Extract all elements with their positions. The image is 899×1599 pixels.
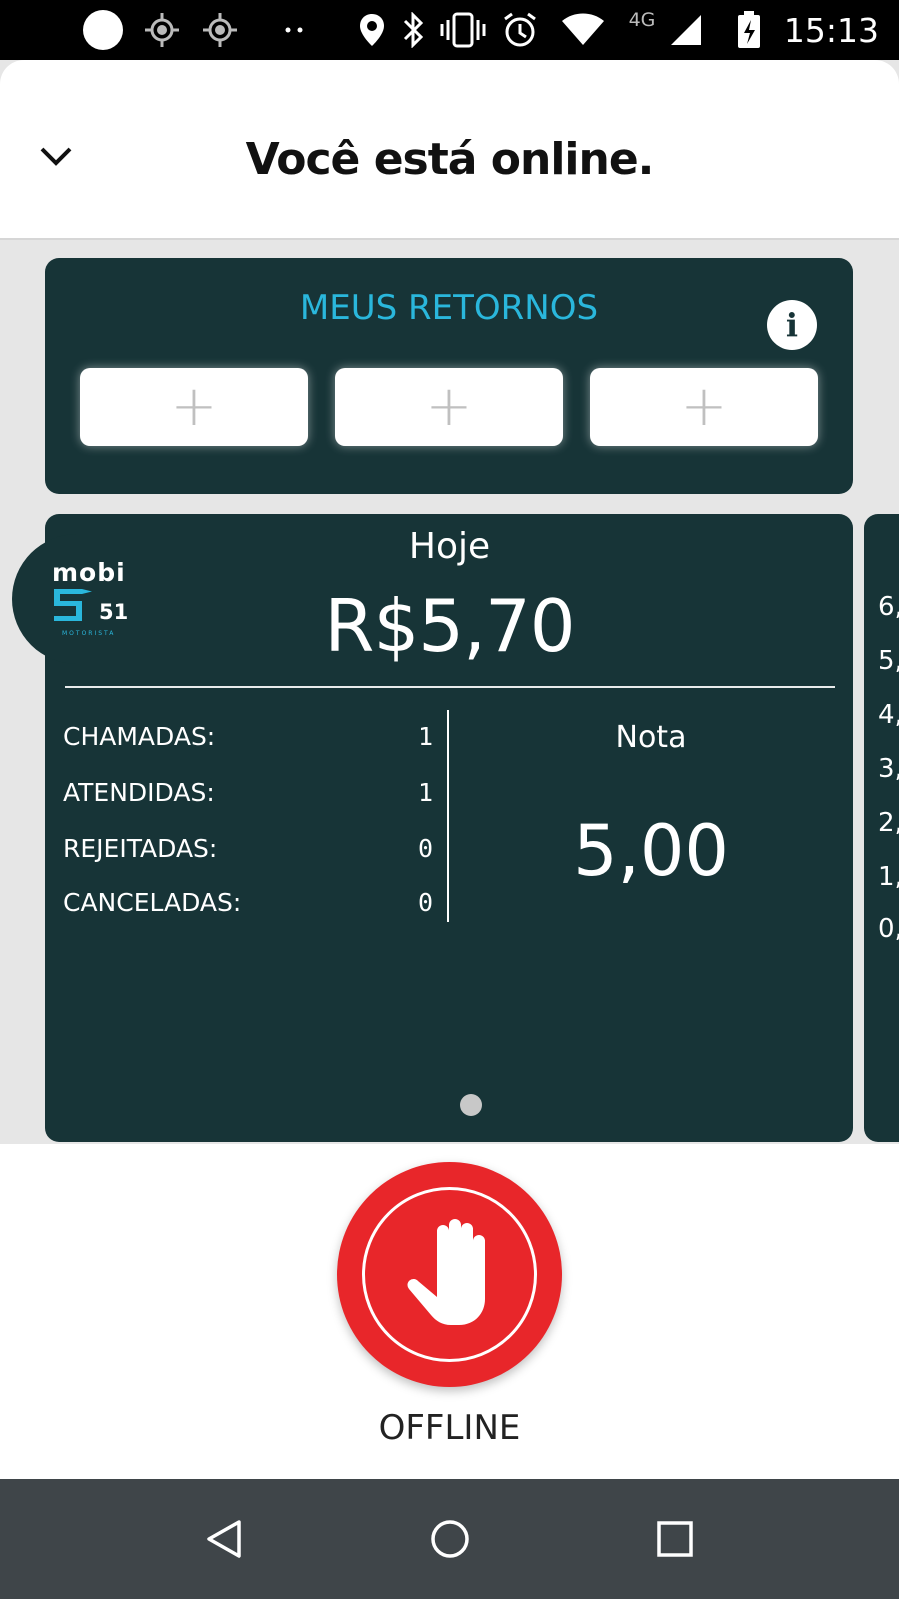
stat-row-answered: ATENDIDAS: 1 [63, 778, 433, 818]
status-time: 15:13 [783, 10, 879, 50]
add-icon: + [170, 374, 218, 439]
system-nav-bar [0, 1479, 899, 1599]
add-icon: + [425, 374, 473, 439]
info-button[interactable]: i [767, 300, 817, 350]
info-icon: i [785, 306, 799, 344]
status-bar: 4G 15:13 [0, 0, 899, 60]
stat-label: CHAMADAS: [63, 722, 216, 751]
recents-square-icon [657, 1521, 693, 1557]
stat-value: 1 [417, 722, 433, 751]
stat-value: 0 [417, 888, 433, 917]
earnings-value: R$5,70 [324, 584, 575, 668]
back-triangle-icon [207, 1520, 241, 1558]
axis-tick: 0, [878, 914, 899, 944]
rating-value: 5,00 [573, 810, 729, 892]
stat-value: 0 [417, 834, 433, 863]
returns-title: MEUS RETORNOS [299, 288, 599, 328]
home-button[interactable] [405, 1479, 495, 1599]
vibrate-icon [438, 0, 488, 60]
location-pin-icon [356, 0, 388, 60]
stat-label: REJEITADAS: [63, 834, 218, 863]
go-offline-button[interactable] [337, 1162, 562, 1387]
stat-row-cancelled: CANCELADAS: 0 [63, 888, 433, 928]
add-icon: + [680, 374, 728, 439]
battery-charging-icon [734, 0, 764, 60]
axis-tick: 3, [878, 754, 899, 784]
offline-label: OFFLINE [378, 1408, 521, 1448]
axis-tick: 4, [878, 700, 899, 730]
rating-label: Nota [615, 720, 687, 755]
stat-row-rejected: REJEITADAS: 0 [63, 834, 433, 874]
location-target-icon [200, 0, 240, 60]
stat-label: ATENDIDAS: [63, 778, 215, 807]
returns-card: MEUS RETORNOS i + + + [45, 258, 853, 494]
period-label: Hoje [408, 526, 491, 567]
bluetooth-icon [398, 0, 428, 60]
stop-hand-icon [407, 1219, 485, 1325]
alarm-icon [500, 0, 540, 60]
divider [65, 686, 835, 688]
return-slot-3[interactable]: + [590, 368, 818, 446]
page-title: Você está online. [245, 134, 655, 185]
wifi-icon [560, 0, 606, 60]
header-sheet: Você está online. [0, 60, 899, 240]
page-indicator-dot[interactable] [460, 1094, 482, 1116]
return-slot-2[interactable]: + [335, 368, 563, 446]
stat-row-calls: CHAMADAS: 1 [63, 722, 433, 762]
recents-button[interactable] [630, 1479, 720, 1599]
location-target-icon [142, 0, 182, 60]
axis-tick: 1, [878, 862, 899, 892]
cell-signal-icon [666, 0, 706, 60]
axis-tick: 2, [878, 808, 899, 838]
circle-icon [80, 0, 126, 60]
stat-label: CANCELADAS: [63, 888, 242, 917]
stat-value: 1 [417, 778, 433, 807]
home-circle-icon [431, 1520, 469, 1558]
more-dots-icon [280, 0, 310, 60]
back-button[interactable] [180, 1479, 270, 1599]
network-type-label: 4G [628, 9, 656, 31]
return-slot-1[interactable]: + [80, 368, 308, 446]
